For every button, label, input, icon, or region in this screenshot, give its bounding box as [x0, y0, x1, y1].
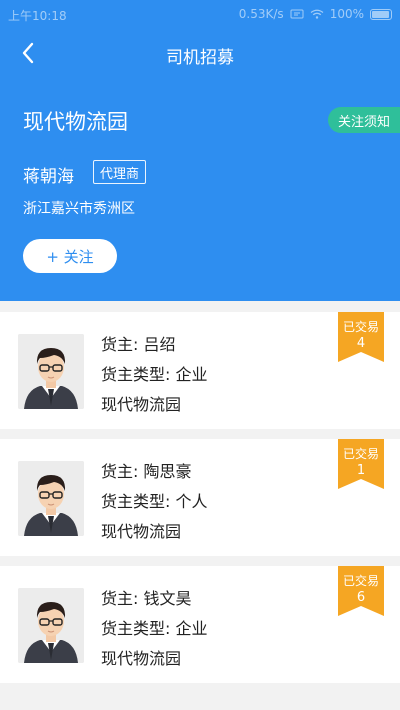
- notice-button[interactable]: 关注须知: [328, 107, 400, 133]
- network-speed: 0.53K/s: [238, 7, 284, 21]
- battery-icon: [370, 8, 392, 20]
- park-name: 现代物流园: [23, 110, 128, 134]
- avatar: [18, 461, 84, 536]
- owner-park: 现代物流园: [101, 522, 182, 541]
- alarm-icon: [290, 9, 304, 19]
- user-avatar-icon: [18, 334, 84, 409]
- ribbon-count: 4: [356, 336, 366, 351]
- agent-name: 蒋朝海: [23, 167, 74, 187]
- wifi-icon: [310, 9, 324, 19]
- owner-card[interactable]: 货主: 陶思豪 货主类型: 个人 现代物流园 已交易 1: [0, 439, 400, 556]
- owner-park: 现代物流园: [101, 649, 182, 668]
- status-indicators: 0.53K/s 100%: [239, 7, 392, 21]
- ribbon-count: 6: [356, 590, 366, 605]
- owner-name: 货主: 钱文昊: [101, 589, 192, 608]
- battery-percent: 100%: [329, 7, 364, 21]
- owner-type: 货主类型: 个人: [101, 492, 208, 511]
- owner-type: 货主类型: 企业: [101, 619, 208, 638]
- owner-card[interactable]: 货主: 吕绍 货主类型: 企业 现代物流园 已交易 4: [0, 312, 400, 429]
- owner-name: 货主: 吕绍: [101, 335, 176, 354]
- header-banner: 上午10:18 0.53K/s 100% 司机招募 现代物流园 关注须知 蒋朝海…: [0, 0, 400, 301]
- owner-name: 货主: 陶思豪: [101, 462, 192, 481]
- ribbon-label: 已交易: [342, 574, 379, 588]
- avatar: [18, 588, 84, 663]
- avatar: [18, 334, 84, 409]
- nav-bar: 司机招募: [0, 30, 400, 76]
- user-avatar-icon: [18, 588, 84, 663]
- owner-type: 货主类型: 企业: [101, 365, 208, 384]
- page-title: 司机招募: [166, 48, 234, 68]
- ribbon-count: 1: [356, 463, 366, 478]
- trade-count-ribbon: 已交易 4: [338, 312, 384, 362]
- ribbon-label: 已交易: [342, 320, 379, 334]
- agent-tag-badge: 代理商: [93, 160, 147, 184]
- status-time: 上午10:18: [8, 9, 67, 23]
- trade-count-ribbon: 已交易 6: [338, 566, 384, 616]
- follow-button[interactable]: + 关注: [23, 239, 117, 273]
- user-avatar-icon: [18, 461, 84, 536]
- location-text: 浙江嘉兴市秀洲区: [23, 201, 135, 217]
- owner-card[interactable]: 货主: 钱文昊 货主类型: 企业 现代物流园 已交易 6: [0, 566, 400, 683]
- status-bar: 上午10:18 0.53K/s 100%: [0, 0, 400, 28]
- owner-park: 现代物流园: [101, 395, 182, 414]
- ribbon-label: 已交易: [342, 447, 379, 461]
- trade-count-ribbon: 已交易 1: [338, 439, 384, 489]
